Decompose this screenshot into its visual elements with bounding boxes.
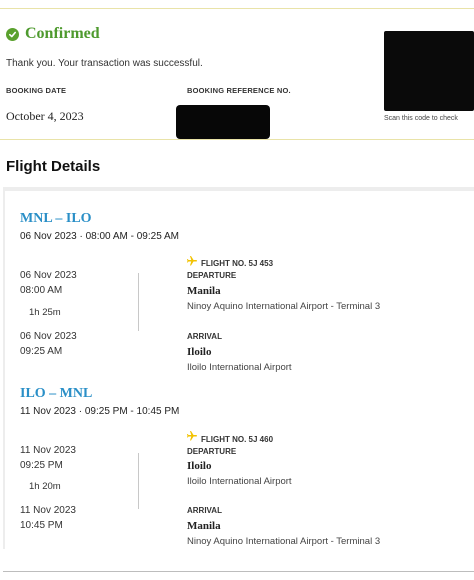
departure-airport: Iloilo International Airport — [187, 476, 292, 487]
flight-number: FLIGHT NO. 5J 453 — [201, 259, 274, 268]
arrival-city: Manila — [187, 520, 221, 532]
arrival-label: ARRIVAL — [187, 506, 222, 515]
route-title: MNL – ILO — [20, 211, 92, 226]
booking-date-value: October 4, 2023 — [6, 109, 84, 123]
booking-date-label: BOOKING DATE — [6, 86, 67, 95]
departure-time: 08:00 AM — [20, 285, 63, 296]
departure-label: DEPARTURE — [187, 271, 237, 280]
timeline-divider — [138, 273, 139, 331]
departure-date: 11 Nov 2023 — [20, 445, 76, 456]
route-date-line: 11 Nov 2023 · 09:25 PM - 10:45 PM — [20, 406, 180, 417]
departure-label: DEPARTURE — [187, 447, 237, 456]
booking-reference-label: BOOKING REFERENCE NO. — [187, 86, 291, 95]
departure-date: 06 Nov 2023 — [20, 270, 77, 281]
flight-duration: 1h 20m — [29, 481, 61, 492]
bottom-divider — [3, 571, 474, 572]
route-date-line: 06 Nov 2023 · 08:00 AM - 09:25 AM — [20, 231, 179, 242]
arrival-airport: Iloilo International Airport — [187, 362, 292, 373]
qr-caption: Scan this code to check — [384, 115, 458, 122]
departure-city: Manila — [187, 285, 221, 297]
arrival-date: 06 Nov 2023 — [20, 331, 77, 342]
redacted-qr-code — [384, 31, 474, 111]
status-title: Confirmed — [25, 25, 100, 42]
arrival-time: 09:25 AM — [20, 346, 63, 357]
route-title: ILO – MNL — [20, 386, 93, 401]
flight-duration: 1h 25m — [29, 307, 61, 318]
departure-airport: Ninoy Aquino International Airport - Ter… — [187, 301, 381, 312]
departure-city: Iloilo — [187, 460, 212, 472]
arrival-city: Iloilo — [187, 346, 212, 358]
section-title: Flight Details — [6, 158, 101, 175]
timeline-divider — [138, 453, 139, 509]
arrival-date: 11 Nov 2023 — [20, 505, 76, 516]
departure-time: 09:25 PM — [20, 460, 63, 471]
arrival-label: ARRIVAL — [187, 332, 222, 341]
arrival-time: 10:45 PM — [20, 520, 63, 531]
redacted-booking-reference — [176, 105, 270, 139]
arrival-airport: Ninoy Aquino International Airport - Ter… — [187, 536, 381, 547]
airplane-icon — [187, 256, 197, 266]
flight-number: FLIGHT NO. 5J 460 — [201, 435, 274, 444]
check-circle-icon — [6, 27, 19, 41]
success-message: Thank you. Your transaction was successf… — [6, 58, 203, 69]
airplane-icon — [187, 431, 197, 441]
flights-card: MNL – ILO 06 Nov 2023 · 08:00 AM - 09:25… — [3, 187, 474, 549]
confirmation-header: Confirmed — [6, 25, 100, 43]
confirmation-card: Confirmed Thank you. Your transaction wa… — [0, 8, 474, 140]
